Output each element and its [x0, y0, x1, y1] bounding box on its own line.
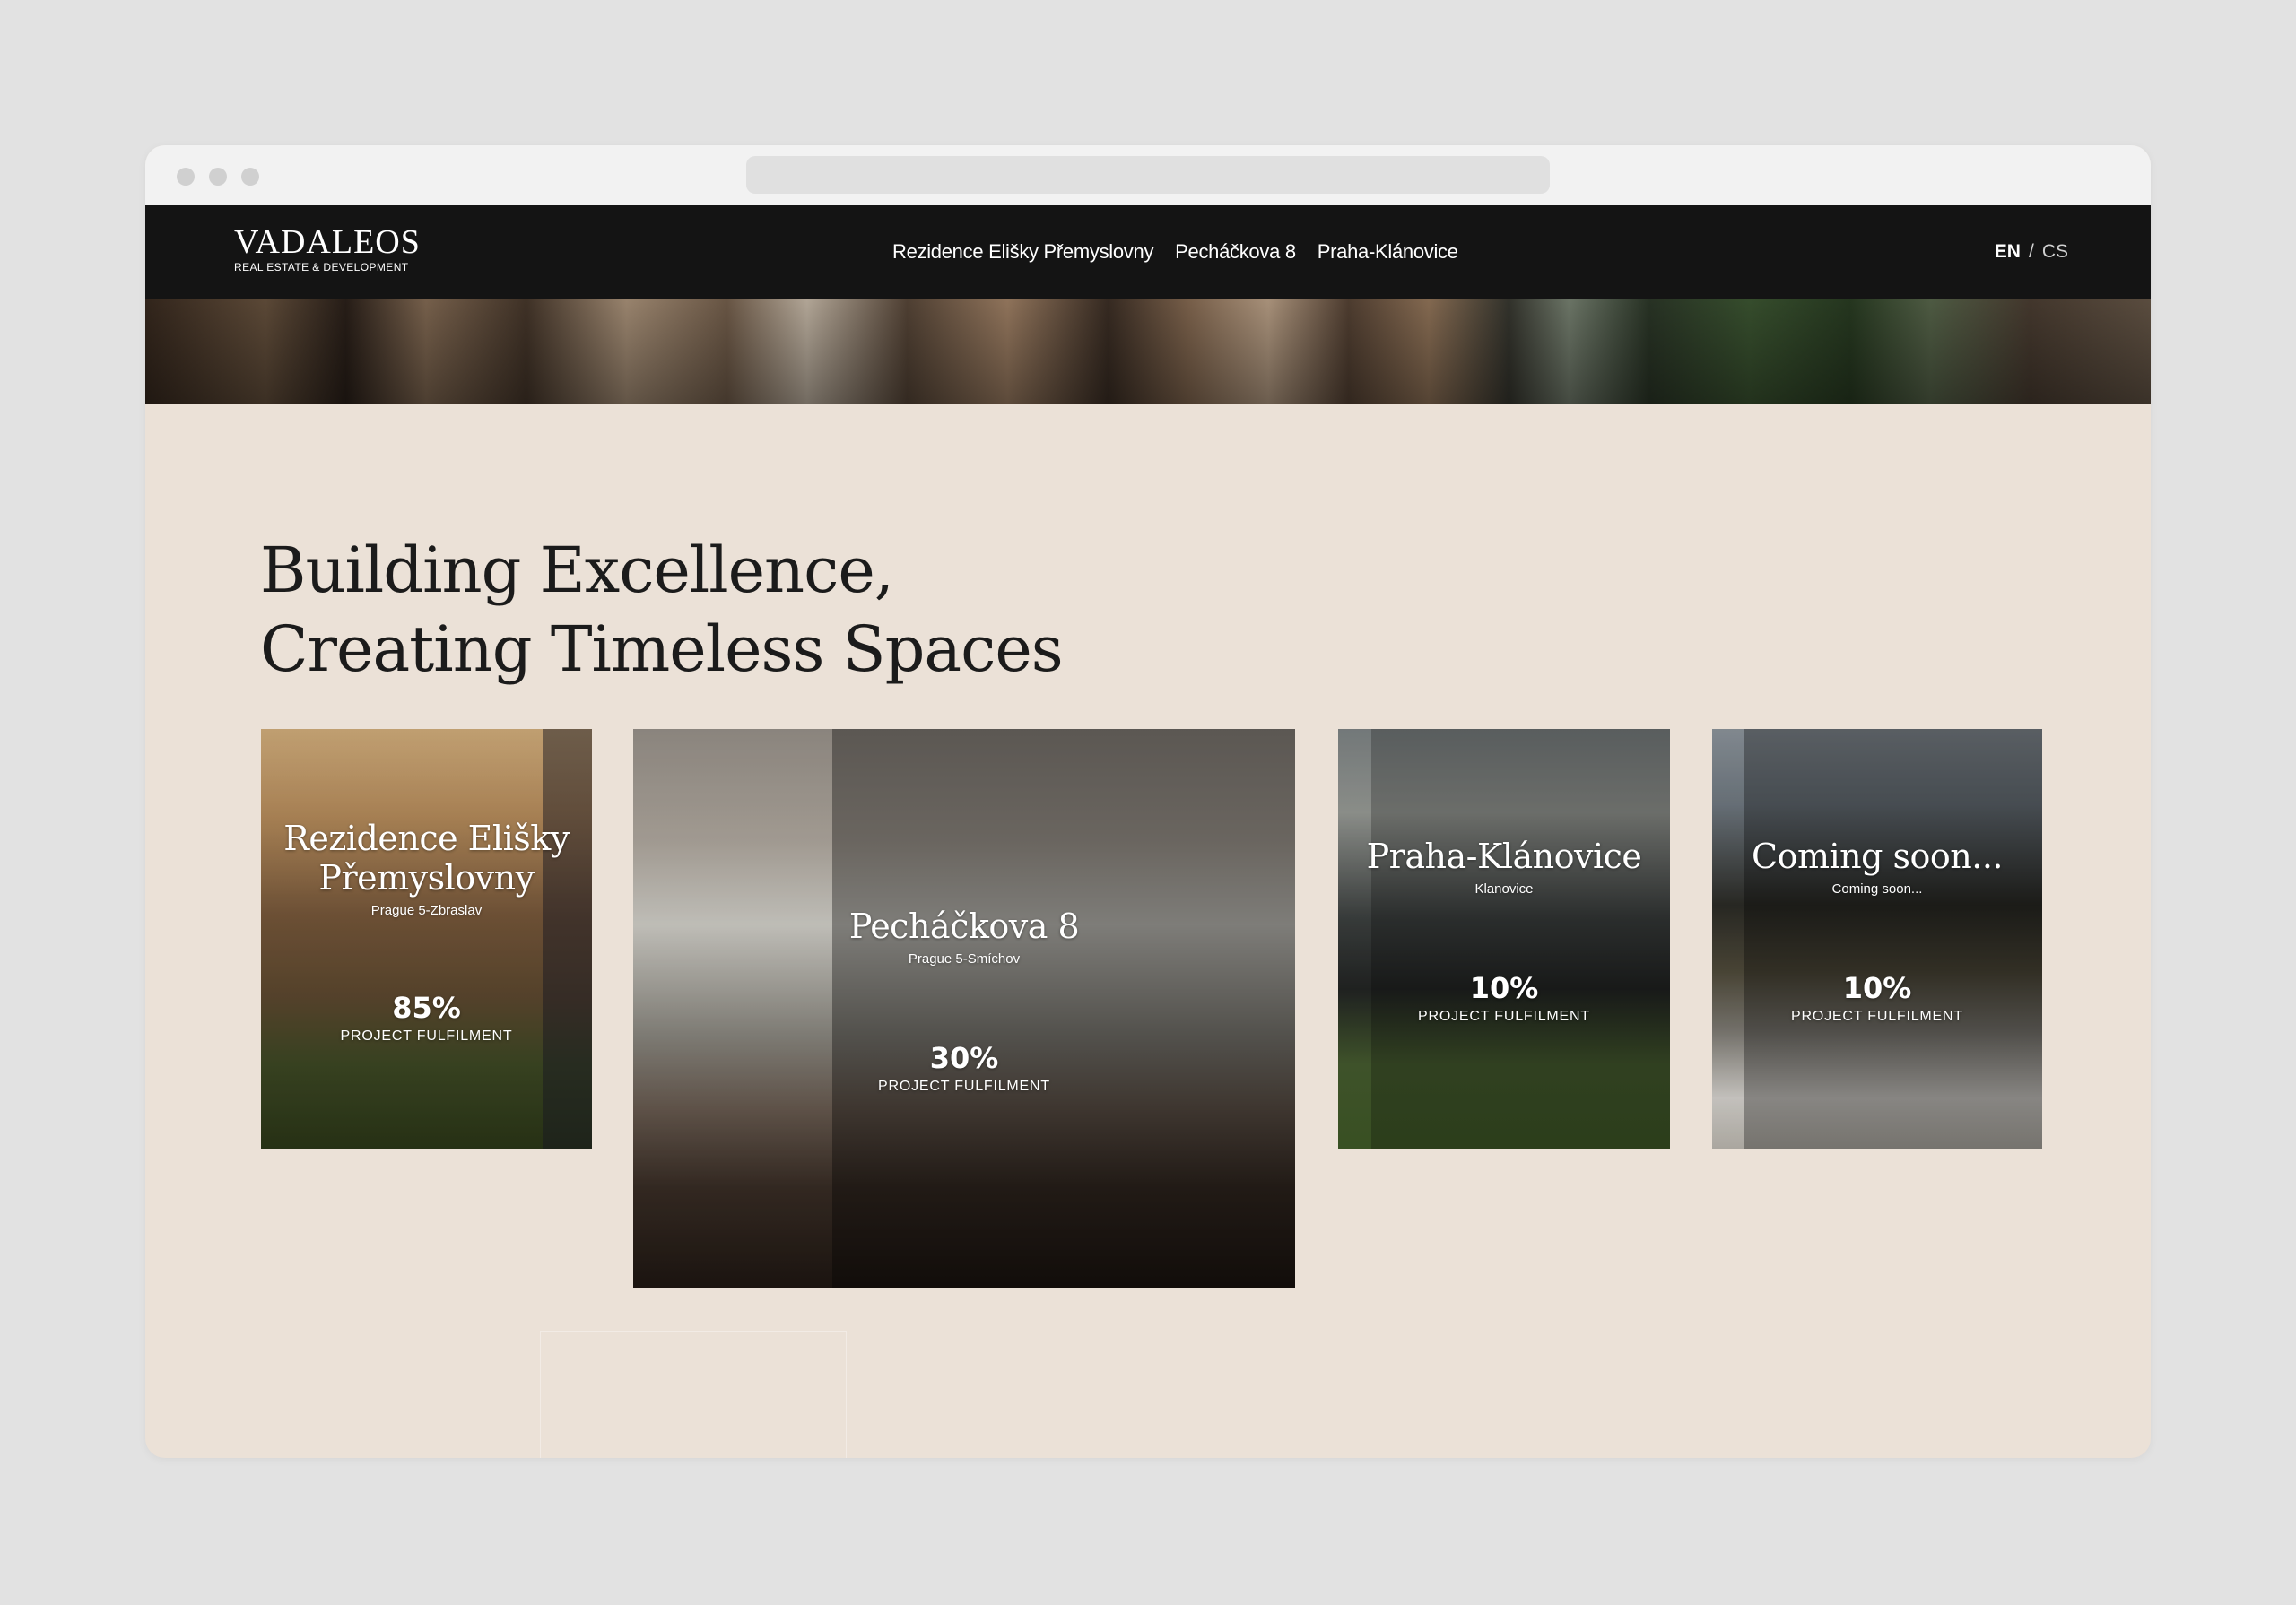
card-overlay: [261, 729, 543, 1149]
card-percent-label: PROJECT FULFILMENT: [340, 1028, 513, 1044]
card-percent: 10%: [1469, 971, 1539, 1005]
hero-image: [145, 299, 2151, 404]
logo-tagline: REAL ESTATE & DEVELOPMENT: [234, 261, 409, 273]
card-percent-label: PROJECT FULFILMENT: [1418, 1009, 1590, 1024]
card-overlay: [1338, 729, 1371, 1149]
card-title: Rezidence Elišky Přemyslovny: [283, 819, 570, 898]
project-card-rezidence[interactable]: Rezidence Elišky Přemyslovny Prague 5-Zb…: [261, 729, 592, 1149]
main-nav: Rezidence Elišky Přemyslovny Pecháčkova …: [892, 205, 1458, 299]
card-progress: 10% PROJECT FULFILMENT: [1338, 971, 1670, 1025]
language-switcher: EN / CS: [1995, 205, 2068, 299]
headline-line-1: Building Excellence,: [260, 534, 894, 607]
card-overlay: [633, 729, 832, 1288]
card-title: Pecháčkova 8: [848, 907, 1080, 946]
nav-link-klanovice[interactable]: Praha-Klánovice: [1318, 240, 1458, 264]
faded-placeholder-block: [540, 1331, 847, 1458]
card-location: Klanovice: [1474, 881, 1534, 897]
lang-en[interactable]: EN: [1995, 241, 2021, 263]
project-card-coming-soon[interactable]: Coming soon... Coming soon... 10% PROJEC…: [1712, 729, 2042, 1149]
browser-window: VADALEOS REAL ESTATE & DEVELOPMENT Rezid…: [145, 145, 2151, 1458]
card-heading: Pecháčkova 8 Prague 5-Smíchov: [633, 907, 1295, 967]
card-progress: 30% PROJECT FULFILMENT: [633, 1041, 1295, 1095]
nav-link-rezidence[interactable]: Rezidence Elišky Přemyslovny: [892, 240, 1153, 264]
window-maximize-dot[interactable]: [241, 168, 259, 186]
lang-separator: /: [2028, 241, 2034, 262]
card-overlay-dark: [543, 729, 592, 1149]
address-bar[interactable]: [746, 156, 1550, 194]
card-location: Prague 5-Smíchov: [908, 951, 1021, 967]
window-minimize-dot[interactable]: [209, 168, 227, 186]
browser-chrome: [145, 145, 2151, 205]
card-progress: 10% PROJECT FULFILMENT: [1712, 971, 2042, 1025]
card-location: Prague 5-Zbraslav: [370, 903, 483, 918]
card-title: Praha-Klánovice: [1366, 837, 1642, 876]
card-location: Coming soon...: [1831, 881, 1923, 897]
nav-link-pechackova[interactable]: Pecháčkova 8: [1175, 240, 1296, 264]
logo[interactable]: VADALEOS REAL ESTATE & DEVELOPMENT: [234, 225, 421, 273]
card-heading: Rezidence Elišky Přemyslovny Prague 5-Zb…: [261, 819, 592, 918]
card-heading: Praha-Klánovice Klanovice: [1338, 837, 1670, 897]
card-percent: 85%: [392, 991, 461, 1025]
card-heading: Coming soon... Coming soon...: [1712, 837, 2042, 897]
window-close-dot[interactable]: [177, 168, 195, 186]
card-percent-label: PROJECT FULFILMENT: [1791, 1009, 1963, 1024]
card-progress: 85% PROJECT FULFILMENT: [261, 991, 592, 1045]
card-overlay-dark: [832, 729, 1295, 1288]
page-headline: Building Excellence, Creating Timeless S…: [260, 531, 1064, 689]
card-percent: 10%: [1842, 971, 1912, 1005]
project-card-pechackova[interactable]: Pecháčkova 8 Prague 5-Smíchov 30% PROJEC…: [633, 729, 1295, 1288]
card-overlay: [1712, 729, 1744, 1149]
headline-line-2: Creating Timeless Spaces: [260, 612, 1064, 686]
card-title: Coming soon...: [1752, 837, 2004, 876]
logo-wordmark: VADALEOS: [234, 223, 421, 261]
card-percent-label: PROJECT FULFILMENT: [878, 1079, 1050, 1094]
card-percent: 30%: [929, 1041, 999, 1075]
lang-cs[interactable]: CS: [2042, 241, 2068, 263]
site-header: VADALEOS REAL ESTATE & DEVELOPMENT Rezid…: [145, 205, 2151, 299]
card-overlay-dark: [1744, 729, 2042, 1149]
project-card-klanovice[interactable]: Praha-Klánovice Klanovice 10% PROJECT FU…: [1338, 729, 1670, 1149]
card-overlay-dark: [1371, 729, 1670, 1149]
